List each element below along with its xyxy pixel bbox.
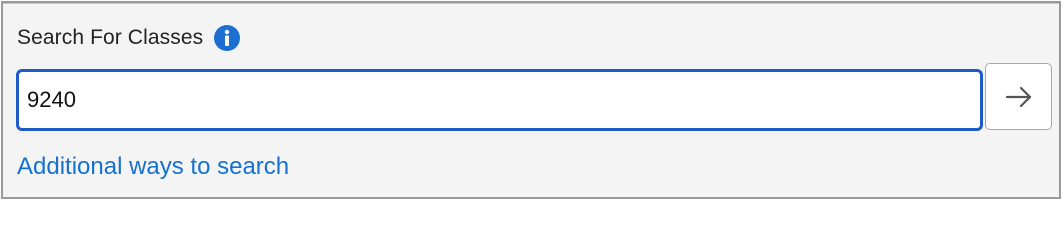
search-submit-button[interactable] — [985, 63, 1052, 130]
additional-search-link[interactable]: Additional ways to search — [17, 153, 289, 181]
info-icon[interactable] — [213, 24, 241, 52]
class-search-panel: Search For Classes Additional ways to se… — [1, 1, 1061, 199]
arrow-right-icon — [1004, 85, 1034, 109]
class-search-input[interactable] — [16, 69, 983, 131]
search-header: Search For Classes — [17, 23, 241, 53]
search-title: Search For Classes — [17, 26, 204, 49]
top-divider — [3, 3, 1059, 4]
